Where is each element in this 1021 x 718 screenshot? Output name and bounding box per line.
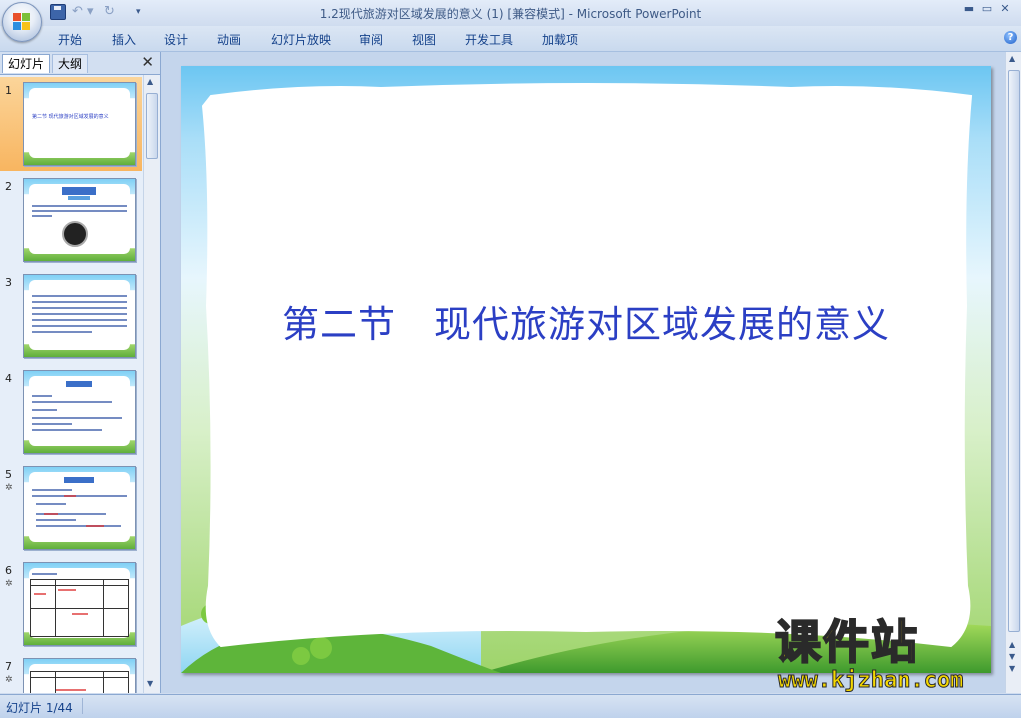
animation-icon: ✲ bbox=[5, 579, 13, 589]
slide-thumbnail[interactable] bbox=[23, 658, 136, 693]
title-bar: ↶ ▾ ↻ ▾ 1.2现代旅游对区域发展的意义 (1) [兼容模式] - Mic… bbox=[0, 0, 1021, 26]
scroll-up-icon[interactable]: ▲ bbox=[1009, 54, 1015, 63]
slide-number: 2 bbox=[5, 180, 12, 193]
help-icon[interactable]: ? bbox=[1004, 31, 1017, 44]
slide-title[interactable]: 第二节 现代旅游对区域发展的意义 bbox=[181, 294, 991, 348]
scroll-thumb[interactable] bbox=[146, 93, 158, 159]
slide-scrollbar[interactable]: ▲ ▲ ▼ ▼ bbox=[1005, 52, 1021, 693]
prev-slide-icon[interactable]: ▲ bbox=[1009, 640, 1015, 649]
close-pane-icon[interactable]: ✕ bbox=[141, 53, 154, 71]
slide-thumbnail-row[interactable]: 2 bbox=[0, 173, 142, 267]
slide-thumbnail[interactable] bbox=[23, 562, 136, 646]
slide-number: 4 bbox=[5, 372, 12, 385]
thumbnail-title: 第二节 现代旅游对区域发展的意义 bbox=[32, 114, 109, 120]
slide-counter: 幻灯片 1/44 bbox=[6, 701, 73, 715]
slide-number: 6 bbox=[5, 564, 12, 577]
status-divider bbox=[82, 698, 83, 714]
document-name: 1.2现代旅游对区域发展的意义 (1) [兼容模式] bbox=[319, 7, 565, 21]
tab-animation[interactable]: 动画 bbox=[217, 31, 241, 48]
pane-tabs: 幻灯片 大纲 ✕ bbox=[0, 52, 160, 75]
minimize-button[interactable]: ▬ bbox=[960, 2, 978, 16]
app-name: Microsoft PowerPoint bbox=[576, 7, 702, 21]
slide-thumbnail[interactable] bbox=[23, 178, 136, 262]
slide-thumbnail-row[interactable]: 6 ✲ bbox=[0, 557, 142, 651]
slide-number: 3 bbox=[5, 276, 12, 289]
slide-thumbnail-row[interactable]: 7 ✲ bbox=[0, 653, 142, 693]
tab-insert[interactable]: 插入 bbox=[112, 31, 136, 48]
slide-thumbnail-row[interactable]: 1 第二节 现代旅游对区域发展的意义 bbox=[0, 77, 142, 171]
office-button[interactable] bbox=[2, 2, 42, 42]
slide-background bbox=[181, 66, 991, 673]
slide-thumbnail[interactable] bbox=[23, 466, 136, 550]
tab-home[interactable]: 开始 bbox=[58, 31, 82, 48]
ribbon-tabs: 开始 插入 设计 动画 幻灯片放映 审阅 视图 开发工具 加载项 ? bbox=[0, 26, 1021, 52]
watermark-logo: 课件站 bbox=[774, 615, 919, 669]
tab-slideshow[interactable]: 幻灯片放映 bbox=[271, 31, 331, 48]
thumbnail-scrollbar[interactable]: ▲ ▼ bbox=[143, 75, 159, 693]
scroll-up-icon[interactable]: ▲ bbox=[147, 77, 153, 86]
scroll-down-icon[interactable]: ▼ bbox=[147, 679, 153, 688]
tab-review[interactable]: 审阅 bbox=[359, 31, 383, 48]
animation-icon: ✲ bbox=[5, 483, 13, 493]
slide-thumbnail[interactable] bbox=[23, 274, 136, 358]
maximize-button[interactable]: ▭ bbox=[978, 2, 996, 16]
current-slide[interactable]: 第二节 现代旅游对区域发展的意义 bbox=[181, 66, 991, 673]
watermark-url: www.kjzhan.com bbox=[777, 668, 964, 694]
slide-thumbnail[interactable] bbox=[23, 370, 136, 454]
tab-design[interactable]: 设计 bbox=[164, 31, 188, 48]
next-slide-icon[interactable]: ▼ bbox=[1009, 664, 1015, 673]
tab-slides[interactable]: 幻灯片 bbox=[2, 54, 51, 73]
slide-thumbnail-row[interactable]: 5 ✲ bbox=[0, 461, 142, 555]
office-logo-icon bbox=[13, 13, 31, 31]
slide-editor: 第二节 现代旅游对区域发展的意义 ▲ ▲ ▼ ▼ bbox=[161, 52, 1021, 693]
scroll-thumb[interactable] bbox=[1008, 70, 1020, 632]
scroll-down-icon[interactable]: ▼ bbox=[1009, 652, 1015, 661]
tab-developer[interactable]: 开发工具 bbox=[465, 31, 513, 48]
white-card bbox=[201, 83, 973, 648]
slides-pane: 幻灯片 大纲 ✕ 1 第二节 现代旅游对区域发展的意义 2 3 4 5 ✲ 6 … bbox=[0, 52, 161, 693]
close-button[interactable]: ✕ bbox=[996, 2, 1014, 16]
window-title: 1.2现代旅游对区域发展的意义 (1) [兼容模式] - Microsoft P… bbox=[319, 7, 702, 21]
slide-number: 7 bbox=[5, 660, 12, 673]
slide-number: 1 bbox=[5, 84, 12, 97]
status-bar: 幻灯片 1/44 bbox=[0, 694, 1021, 718]
thumbnail-list: 1 第二节 现代旅游对区域发展的意义 2 3 4 5 ✲ 6 ✲ 7 ✲ bbox=[0, 75, 142, 693]
tab-outline[interactable]: 大纲 bbox=[52, 54, 89, 73]
slide-thumbnail[interactable]: 第二节 现代旅游对区域发展的意义 bbox=[23, 82, 136, 166]
animation-icon: ✲ bbox=[5, 675, 13, 685]
tab-view[interactable]: 视图 bbox=[412, 31, 436, 48]
tab-addins[interactable]: 加载项 bbox=[542, 31, 578, 48]
slide-number: 5 bbox=[5, 468, 12, 481]
slide-thumbnail-row[interactable]: 3 bbox=[0, 269, 142, 363]
slide-thumbnail-row[interactable]: 4 bbox=[0, 365, 142, 459]
